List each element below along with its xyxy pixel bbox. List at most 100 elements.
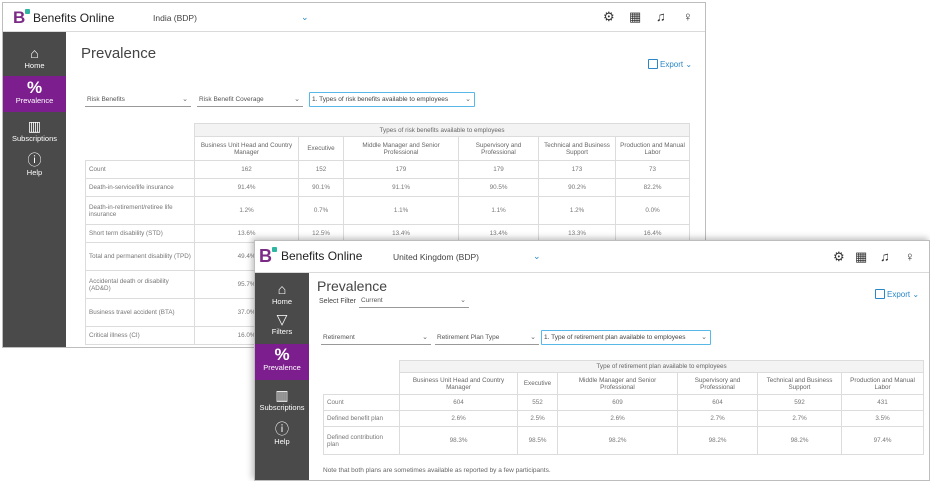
table-corner-blank xyxy=(324,373,400,395)
page-title: Prevalence xyxy=(81,45,157,62)
table-cell: 91.1% xyxy=(343,178,459,197)
column-header: Business Unit Head and Country Manager xyxy=(399,372,518,395)
nav-subscriptions[interactable]: ▥ Subscriptions xyxy=(255,387,309,417)
table-band-title: Types of risk benefits available to empl… xyxy=(193,123,691,137)
filter-icon: ▽ xyxy=(276,311,288,327)
nav-subscriptions-label: Subscriptions xyxy=(259,403,305,412)
row-label: Short term disability (STD) xyxy=(85,224,195,243)
chevron-down-icon: ⌄ xyxy=(422,334,428,341)
row-label: Death-in-service/life insurance xyxy=(85,178,195,197)
table-cell: 90.1% xyxy=(298,178,344,197)
row-label: Count xyxy=(85,160,195,179)
export-button[interactable]: Export ⌄ xyxy=(648,59,692,69)
home-icon: ⌂ xyxy=(277,281,287,297)
table-cell: 431 xyxy=(840,394,925,411)
table-row: Count 604 552 609 604 592 431 xyxy=(323,394,925,411)
column-header: Executive xyxy=(517,372,558,395)
chevron-down-icon: ⌄ xyxy=(530,334,536,341)
nav-subscriptions-label: Subscriptions xyxy=(11,134,58,143)
percent-icon: % xyxy=(274,345,290,364)
notification-bell-icon[interactable]: ♫ xyxy=(656,9,666,24)
nav-home[interactable]: ⌂ Home xyxy=(255,281,309,309)
table-cell: 179 xyxy=(458,160,539,179)
logo-accent-icon xyxy=(272,247,277,252)
table-corner xyxy=(85,123,195,137)
table-cell: 98.3% xyxy=(399,426,518,455)
nav-home-label: Home xyxy=(24,61,45,70)
table-cell: 90.2% xyxy=(538,178,616,197)
subcategory-dropdown-value: Risk Benefit Coverage xyxy=(199,96,264,103)
nav-help-label: Help xyxy=(26,168,43,177)
row-label: Count xyxy=(323,394,400,411)
nav-home-label: Home xyxy=(271,297,292,306)
subcategory-dropdown[interactable]: Retirement Plan Type ⌄ xyxy=(435,331,539,345)
question-dropdown-value: 1. Types of risk benefits available to e… xyxy=(312,96,449,103)
table-cell: 552 xyxy=(517,394,558,411)
apps-grid-icon[interactable]: ▦ xyxy=(629,9,641,25)
category-dropdown-value: Retirement xyxy=(323,334,355,341)
table-cell: 2.7% xyxy=(677,410,758,427)
app-logo[interactable]: B xyxy=(259,246,272,267)
nav-prevalence-label: Prevalence xyxy=(15,96,54,105)
apps-grid-icon[interactable]: ▦ xyxy=(855,249,867,265)
app-name: Benefits Online xyxy=(281,249,363,263)
question-dropdown[interactable]: 1. Type of retirement plan available to … xyxy=(541,330,711,345)
table-cell: 1.2% xyxy=(194,196,299,225)
table-footnote: Note that both plans are sometimes avail… xyxy=(323,467,551,474)
chevron-down-icon[interactable]: ⌄ xyxy=(533,251,541,262)
nav-home[interactable]: ⌂ Home xyxy=(3,42,66,74)
app-logo[interactable]: B xyxy=(13,8,25,28)
nav-help[interactable]: ⓘ Help xyxy=(255,421,309,451)
select-filter-dropdown[interactable]: Current ⌄ xyxy=(359,294,469,308)
column-header: Executive xyxy=(298,136,344,161)
category-dropdown[interactable]: Risk Benefits ⌄ xyxy=(85,93,191,107)
sidebar: ⌂ Home % Prevalence ▥ Subscriptions ⓘ He… xyxy=(3,32,66,347)
export-icon xyxy=(648,59,658,69)
nav-help[interactable]: ⓘ Help xyxy=(3,152,66,182)
benefits-window-uk: B Benefits Online United Kingdom (BDP) ⌄… xyxy=(254,240,930,481)
chevron-down-icon: ⌄ xyxy=(182,96,188,103)
user-profile-icon[interactable]: ♀ xyxy=(683,9,693,24)
table-cell: 152 xyxy=(298,160,344,179)
chevron-down-icon: ⌄ xyxy=(701,334,707,341)
table-header-row: Business Unit Head and Country Manager E… xyxy=(86,136,691,161)
subcategory-dropdown[interactable]: Risk Benefit Coverage ⌄ xyxy=(197,93,303,107)
user-profile-icon[interactable]: ♀ xyxy=(905,249,915,264)
logo-accent-icon xyxy=(25,9,30,14)
nav-prevalence[interactable]: % Prevalence xyxy=(255,344,309,380)
home-icon: ⌂ xyxy=(30,45,39,61)
top-bar: B Benefits Online United Kingdom (BDP) ⌄… xyxy=(255,241,929,273)
notification-bell-icon[interactable]: ♫ xyxy=(880,249,890,264)
export-label: Export xyxy=(660,60,684,69)
table-corner xyxy=(323,360,400,373)
table-row: Death-in-service/life insurance 91.4% 90.1… xyxy=(85,178,691,197)
table-cell: 162 xyxy=(194,160,299,179)
question-dropdown[interactable]: 1. Types of risk benefits available to e… xyxy=(309,92,475,107)
row-label: Death-in-retirement/retiree life insuran… xyxy=(85,196,195,225)
percent-icon: % xyxy=(26,78,43,97)
row-label: Defined contribution plan xyxy=(323,426,400,455)
company-select[interactable]: India (BDP) xyxy=(153,13,197,23)
nav-filters-label: Filters xyxy=(271,327,293,336)
settings-gear-icon[interactable]: ⚙ xyxy=(603,9,615,25)
chevron-down-icon[interactable]: ⌄ xyxy=(301,12,309,23)
export-icon xyxy=(875,289,885,299)
table-cell: 604 xyxy=(399,394,518,411)
select-filter-label: Select Filter xyxy=(319,298,356,305)
nav-subscriptions[interactable]: ▥ Subscriptions xyxy=(3,118,66,148)
settings-gear-icon[interactable]: ⚙ xyxy=(833,249,845,265)
table-cell: 609 xyxy=(557,394,678,411)
table-cell: 98.2% xyxy=(557,426,678,455)
company-select[interactable]: United Kingdom (BDP) xyxy=(393,252,479,262)
table-cell: 0.0% xyxy=(614,196,691,225)
table-header-row: Business Unit Head and Country Manager E… xyxy=(324,372,925,395)
table-band-row: Types of risk benefits available to empl… xyxy=(85,123,691,137)
nav-filters[interactable]: ▽ Filters xyxy=(255,311,309,341)
sidebar: ⌂ Home ▽ Filters % Prevalence ▥ Subscrip… xyxy=(255,273,309,480)
table-cell: 97.4% xyxy=(840,426,925,455)
question-dropdown-value: 1. Type of retirement plan available to … xyxy=(544,334,686,341)
nav-prevalence[interactable]: % Prevalence xyxy=(3,76,66,112)
table-cell: 2.6% xyxy=(399,410,518,427)
category-dropdown[interactable]: Retirement ⌄ xyxy=(321,331,431,345)
export-button[interactable]: Export ⌄ xyxy=(875,289,919,299)
